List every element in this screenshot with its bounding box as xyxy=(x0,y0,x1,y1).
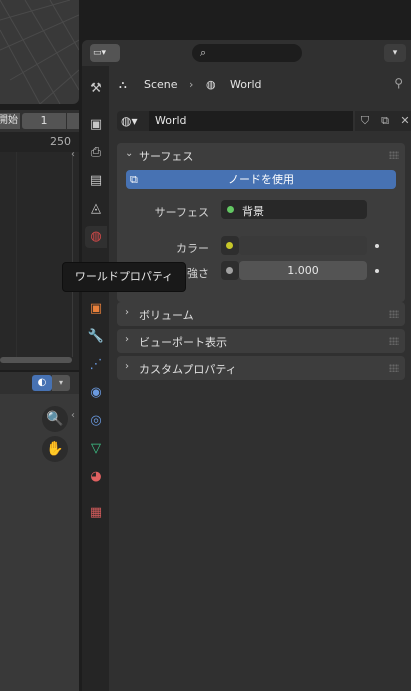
chevron-right-icon: › xyxy=(125,361,129,372)
render-icon[interactable]: ▣ xyxy=(85,114,107,136)
physics-icon[interactable]: ◉ xyxy=(85,382,107,404)
color-socket-icon xyxy=(226,242,233,249)
volume-panel-header[interactable]: › ボリューム xyxy=(117,302,405,326)
panel-title: ボリューム xyxy=(139,309,194,322)
custom-properties-panel-header[interactable]: › カスタムプロパティ xyxy=(117,356,405,380)
region-collapse-icon[interactable]: ‹ xyxy=(71,410,75,421)
close-icon[interactable]: ✕ xyxy=(395,111,411,131)
view-layer-icon[interactable]: ▤ xyxy=(85,170,107,192)
material-icon[interactable]: ◕ xyxy=(85,466,107,488)
frame-gridline xyxy=(16,152,17,357)
color-swatch[interactable] xyxy=(239,236,367,255)
hand-pan-icon[interactable]: ✋ xyxy=(42,436,68,462)
world-icon[interactable]: ◍ xyxy=(85,226,107,248)
search-icon: ⌕ xyxy=(200,46,207,59)
timeline-scrollbar[interactable] xyxy=(0,357,72,363)
chevron-down-icon: ⌄ xyxy=(125,148,134,159)
drag-grip-icon[interactable] xyxy=(389,337,399,345)
options-dropdown-button[interactable]: ▾ xyxy=(384,44,406,62)
scene-icon: ⛬ xyxy=(119,78,127,91)
scene-icon[interactable]: ◬ xyxy=(85,198,107,220)
properties-content: ⛬ Scene › ◍ World ⚲ ◍▾ World ⛉ ⧉ ✕ ⌄ サーフ… xyxy=(109,66,411,691)
drag-grip-icon[interactable] xyxy=(389,364,399,372)
panel-title: ビューポート表示 xyxy=(139,336,227,349)
tooltip: ワールドプロパティ xyxy=(62,262,186,292)
properties-editor: ▭▾ ⌕ ▾ ⚒ ▣ ⎙ ▤ ◬ ◍ ▣ 🔧 ⋰ ◉ ◎ ▽ ◕ ▦ ⛬ Sce… xyxy=(82,40,411,691)
region-collapse-icon[interactable]: ‹ xyxy=(71,149,75,160)
properties-tab-bar: ⚒ ▣ ⎙ ▤ ◬ ◍ ▣ 🔧 ⋰ ◉ ◎ ▽ ◕ ▦ xyxy=(82,66,109,691)
world-name-field[interactable]: World xyxy=(149,111,353,131)
search-input[interactable]: ⌕ xyxy=(192,44,302,62)
constraints-icon[interactable]: ◎ xyxy=(85,410,107,432)
use-nodes-button[interactable]: ⧉ ノードを使用 xyxy=(126,170,396,189)
surface-panel-header[interactable]: ⌄ サーフェス xyxy=(117,143,405,167)
value-socket-icon xyxy=(226,267,233,274)
duplicate-icon[interactable]: ⧉ xyxy=(375,111,395,131)
frame-start-label: 開始 xyxy=(0,113,20,129)
surface-shader-field[interactable]: 背景 xyxy=(221,200,367,219)
viewport-grid xyxy=(0,0,79,104)
frame-end-field[interactable] xyxy=(67,113,79,129)
object-data-icon[interactable]: ▽ xyxy=(85,438,107,460)
zoom-icon[interactable]: 🔍 xyxy=(42,406,68,432)
texture-icon[interactable]: ▦ xyxy=(85,502,107,524)
keyframe-dot-icon[interactable] xyxy=(375,269,379,273)
timeline-body[interactable] xyxy=(0,152,79,357)
viewport-header: ◐ ▾ xyxy=(0,372,79,394)
use-nodes-label: ノードを使用 xyxy=(228,173,294,186)
world-icon: ◍ xyxy=(206,78,216,91)
frame-start-field[interactable]: 1 xyxy=(22,113,66,129)
drag-grip-icon[interactable] xyxy=(389,310,399,318)
timeline-editor[interactable]: 開始 1 250 xyxy=(0,110,79,370)
viewport-display-panel-header[interactable]: › ビューポート表示 xyxy=(117,329,405,353)
timeline-ruler[interactable]: 250 xyxy=(0,132,79,152)
world-browse-button[interactable]: ◍▾ xyxy=(117,111,149,131)
chevron-right-icon: › xyxy=(125,307,129,318)
shader-socket-icon xyxy=(227,206,234,213)
breadcrumb-scene: Scene xyxy=(144,78,178,91)
color-label: カラー xyxy=(176,242,209,255)
properties-header: ▭▾ ⌕ ▾ xyxy=(82,40,411,66)
keyframe-dot-icon[interactable] xyxy=(375,244,379,248)
viewport-shading-icon[interactable]: ◐ xyxy=(32,375,52,391)
panel-title: カスタムプロパティ xyxy=(139,363,237,376)
editor-type-button[interactable]: ▭▾ xyxy=(90,44,120,62)
chevron-down-icon[interactable]: ▾ xyxy=(52,375,70,391)
chevron-right-icon: › xyxy=(189,78,194,91)
drag-grip-icon[interactable] xyxy=(389,151,399,159)
frame-end-marker: 250 xyxy=(50,135,71,148)
world-datablock-selector: ◍▾ World ⛉ ⧉ ✕ xyxy=(117,111,411,131)
panel-title: サーフェス xyxy=(139,150,194,163)
viewport-3d[interactable] xyxy=(0,0,79,104)
color-socket-button[interactable] xyxy=(221,236,239,255)
breadcrumb: ⛬ Scene › ◍ World ⚲ xyxy=(109,66,411,104)
tool-icon[interactable]: ⚒ xyxy=(85,78,107,100)
modifier-icon[interactable]: 🔧 xyxy=(85,326,107,348)
fake-user-shield-icon[interactable]: ⛉ xyxy=(355,111,375,131)
timeline-header: 開始 1 xyxy=(0,110,79,132)
strength-socket-button[interactable] xyxy=(221,261,239,280)
viewport-3d-secondary[interactable]: ◐ ▾ 🔍 ✋ xyxy=(0,372,79,691)
frame-gridline xyxy=(72,152,73,357)
surface-value: 背景 xyxy=(242,205,264,218)
surface-label: サーフェス xyxy=(154,206,209,219)
pin-icon[interactable]: ⚲ xyxy=(394,76,403,90)
object-icon[interactable]: ▣ xyxy=(85,298,107,320)
strength-field[interactable]: 1.000 xyxy=(239,261,367,280)
breadcrumb-world: World xyxy=(230,78,262,91)
particles-icon[interactable]: ⋰ xyxy=(85,354,107,376)
chevron-right-icon: › xyxy=(125,334,129,345)
output-icon[interactable]: ⎙ xyxy=(85,142,107,164)
node-tree-icon: ⧉ xyxy=(130,173,138,186)
